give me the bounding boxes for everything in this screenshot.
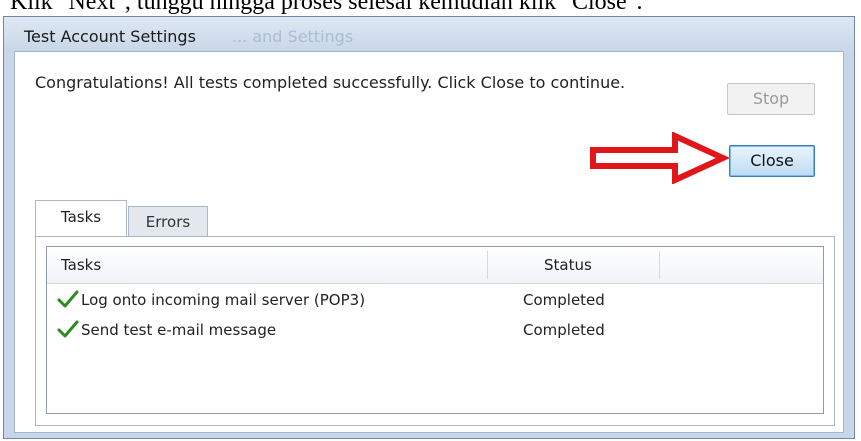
red-arrow-icon [590,132,729,184]
tab-strip: Tasks Errors [35,200,835,236]
test-account-settings-dialog: Test Account Settings ... and Settings C… [3,16,855,439]
column-divider[interactable] [487,251,488,279]
tasks-panel: Tasks Status Log onto incoming mail serv… [35,236,835,426]
column-header-tasks[interactable]: Tasks [61,247,101,283]
tab-tasks[interactable]: Tasks [35,200,127,236]
tasks-list[interactable]: Tasks Status Log onto incoming mail serv… [46,246,824,414]
status-message: Congratulations! All tests completed suc… [35,73,626,92]
dialog-client-area: Congratulations! All tests completed suc… [14,51,844,433]
checkmark-icon [57,290,79,308]
table-row[interactable]: Log onto incoming mail server (POP3) Com… [47,285,823,315]
checkmark-icon [57,320,79,338]
column-header-status[interactable]: Status [544,247,592,283]
close-button[interactable]: Close [729,145,815,177]
column-divider[interactable] [659,251,660,279]
task-status: Completed [523,321,605,339]
task-name: Log onto incoming mail server (POP3) [81,291,366,309]
table-row[interactable]: Send test e-mail message Completed [47,315,823,345]
list-header: Tasks Status [47,247,823,284]
dialog-titlebar[interactable]: Test Account Settings ... and Settings [4,17,854,51]
dialog-title: Test Account Settings [24,27,196,46]
tab-errors[interactable]: Errors [128,206,208,236]
task-name: Send test e-mail message [81,321,277,339]
page-caption: Klik "Next", tunggu hingga proses selesa… [10,0,643,15]
dialog-title-ghost: ... and Settings [232,27,354,46]
stop-button[interactable]: Stop [727,83,815,115]
task-status: Completed [523,291,605,309]
